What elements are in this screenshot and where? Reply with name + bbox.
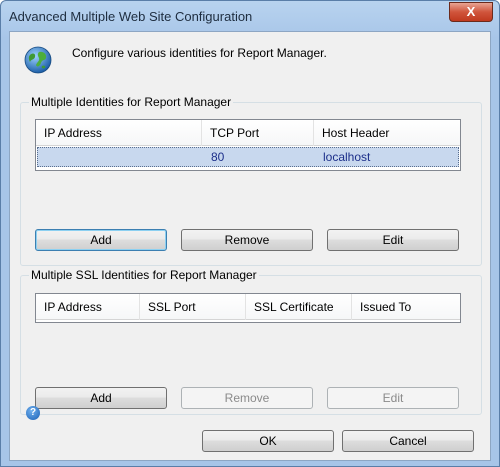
edit-ssl-identity-button: Edit: [327, 387, 459, 409]
dialog-body: Configure various identities for Report …: [9, 31, 491, 461]
remove-ssl-identity-button: Remove: [181, 387, 313, 409]
column-ssl-certificate[interactable]: SSL Certificate: [246, 294, 352, 320]
column-ip-address[interactable]: IP Address: [36, 294, 140, 320]
identities-table-header: IP Address TCP Port Host Header: [36, 120, 460, 146]
header-description: Configure various identities for Report …: [72, 46, 327, 60]
column-ssl-port[interactable]: SSL Port: [140, 294, 246, 320]
close-icon: X: [466, 4, 476, 19]
remove-identity-button[interactable]: Remove: [181, 229, 313, 251]
ssl-identities-table-header: IP Address SSL Port SSL Certificate Issu…: [36, 294, 460, 320]
title-bar[interactable]: Advanced Multiple Web Site Configuration…: [1, 1, 499, 31]
column-ip-address[interactable]: IP Address: [36, 120, 202, 146]
table-row[interactable]: 80 localhost: [37, 147, 459, 167]
identities-group: Multiple Identities for Report Manager I…: [20, 95, 482, 266]
identities-group-label: Multiple Identities for Report Manager: [29, 95, 234, 109]
close-button[interactable]: X: [449, 2, 493, 22]
cancel-button[interactable]: Cancel: [342, 430, 474, 452]
globe-icon: [24, 46, 52, 74]
ssl-identities-group-label: Multiple SSL Identities for Report Manag…: [29, 268, 259, 282]
column-host-header[interactable]: Host Header: [314, 120, 462, 146]
column-issued-to[interactable]: Issued To: [352, 294, 462, 320]
cell-tcp-port: 80: [211, 150, 225, 164]
cell-ip-address: [38, 148, 204, 166]
cell-host-header: localhost: [323, 150, 371, 164]
ssl-identities-group: Multiple SSL Identities for Report Manag…: [20, 268, 482, 415]
column-tcp-port[interactable]: TCP Port: [202, 120, 314, 146]
add-identity-button[interactable]: Add: [35, 229, 167, 251]
ssl-identities-table[interactable]: IP Address SSL Port SSL Certificate Issu…: [35, 293, 461, 323]
add-ssl-identity-button[interactable]: Add: [35, 387, 167, 409]
dialog-window: Advanced Multiple Web Site Configuration…: [0, 0, 500, 467]
help-icon[interactable]: ?: [26, 406, 40, 420]
window-title: Advanced Multiple Web Site Configuration: [9, 9, 253, 24]
identities-table[interactable]: IP Address TCP Port Host Header 80 local…: [35, 119, 461, 171]
edit-identity-button[interactable]: Edit: [327, 229, 459, 251]
ok-button[interactable]: OK: [202, 430, 334, 452]
